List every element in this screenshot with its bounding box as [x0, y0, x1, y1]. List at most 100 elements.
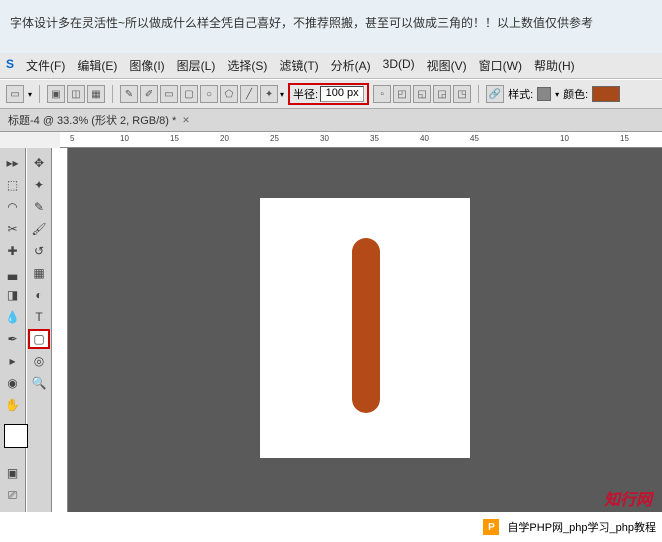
- php-badge-icon: P: [483, 519, 499, 535]
- menu-image[interactable]: 图像(I): [129, 57, 164, 74]
- menu-view[interactable]: 视图(V): [427, 57, 467, 74]
- canvas[interactable]: [260, 198, 470, 458]
- quickmask-icon[interactable]: ▣: [2, 463, 24, 483]
- vertical-ruler: [52, 148, 68, 528]
- ruler-mark: 40: [420, 134, 429, 143]
- hand-tool-icon[interactable]: ✋: [2, 395, 24, 415]
- healing-tool-icon[interactable]: ✚: [2, 241, 24, 261]
- menu-file[interactable]: 文件(F): [26, 57, 65, 74]
- add-area-icon[interactable]: ◰: [393, 85, 411, 103]
- radius-field-highlight: 半径: 100 px: [288, 83, 369, 105]
- dropdown-icon[interactable]: ▾: [28, 90, 32, 99]
- paths-icon[interactable]: ◫: [67, 85, 85, 103]
- shape-layers-icon[interactable]: ▣: [47, 85, 65, 103]
- move-tool-icon[interactable]: ✥: [28, 153, 50, 173]
- menu-filter[interactable]: 滤镜(T): [279, 57, 318, 74]
- ruler-mark: 5: [70, 134, 74, 143]
- pen-icon[interactable]: ✎: [120, 85, 138, 103]
- dodge-tool-icon[interactable]: ◐: [28, 285, 50, 305]
- intersect-area-icon[interactable]: ◲: [433, 85, 451, 103]
- screenmode-icon[interactable]: ⎚: [2, 485, 24, 505]
- threed-tool-icon[interactable]: ◉: [2, 373, 24, 393]
- new-layer-icon[interactable]: ▫: [373, 85, 391, 103]
- ruler-mark: 25: [270, 134, 279, 143]
- footer: P 自学PHP网_php学习_php教程: [0, 512, 662, 542]
- style-label: 样式:: [508, 86, 533, 102]
- path-select-icon[interactable]: ▸: [2, 351, 24, 371]
- foreground-color-swatch[interactable]: [4, 424, 28, 448]
- document-tab[interactable]: 标题-4 @ 33.3% (形状 2, RGB/8) * ✕: [0, 109, 662, 132]
- zoom-tool-icon[interactable]: 🔍: [28, 373, 50, 393]
- history-brush-icon[interactable]: ↺: [28, 241, 50, 261]
- menu-help[interactable]: 帮助(H): [534, 57, 575, 74]
- path-ops-group: ▫ ◰ ◱ ◲ ◳: [373, 85, 471, 103]
- menu-layer[interactable]: 图层(L): [177, 57, 216, 74]
- separator: [112, 85, 113, 103]
- fill-pixels-icon[interactable]: ▦: [87, 85, 105, 103]
- stamp-tool-icon[interactable]: ▃: [2, 263, 24, 283]
- ruler-mark: 10: [560, 134, 569, 143]
- toolbox-left: ▸▸ ⬚ ◠ ✂ ✚ ▃ ◨ 💧 ✒ ▸ ◉ ✋ ▣ ⎚: [0, 148, 26, 528]
- pen-tool-icon[interactable]: ✒: [2, 329, 24, 349]
- ruler-mark: 35: [370, 134, 379, 143]
- ruler-mark: 15: [170, 134, 179, 143]
- tab-icon[interactable]: ▸▸: [2, 153, 24, 173]
- polygon-icon[interactable]: ⬠: [220, 85, 238, 103]
- horizontal-ruler: 5 10 15 20 25 30 35 40 45 10 15: [60, 132, 662, 148]
- radius-input[interactable]: 100 px: [320, 86, 364, 102]
- gradient-tool-icon[interactable]: ▦: [28, 263, 50, 283]
- brush-tool-icon[interactable]: 🖌: [28, 219, 50, 239]
- color-swatch[interactable]: [592, 86, 620, 102]
- blur-tool-icon[interactable]: 💧: [2, 307, 24, 327]
- rounded-rect-icon[interactable]: ▢: [180, 85, 198, 103]
- freeform-pen-icon[interactable]: ✐: [140, 85, 158, 103]
- ruler-mark: 30: [320, 134, 329, 143]
- ellipse-icon[interactable]: ○: [200, 85, 218, 103]
- shape-tools-group: ✎ ✐ ▭ ▢ ○ ⬠ ╱ ✦ ▾: [120, 85, 284, 103]
- document-title: 标题-4 @ 33.3% (形状 2, RGB/8) *: [8, 112, 176, 128]
- color-picker[interactable]: [0, 422, 40, 462]
- style-dropdown-icon[interactable]: ▾: [555, 90, 559, 99]
- lasso-tool-icon[interactable]: ◠: [2, 197, 24, 217]
- close-icon[interactable]: ✕: [182, 115, 190, 126]
- radius-label: 半径:: [293, 86, 318, 102]
- footer-text: 自学PHP网_php学习_php教程: [507, 519, 656, 535]
- watermark-logo: 知行网: [604, 486, 652, 510]
- menu-select[interactable]: 选择(S): [227, 57, 267, 74]
- ruler-mark: 10: [120, 134, 129, 143]
- rectangle-icon[interactable]: ▭: [160, 85, 178, 103]
- rounded-rectangle-tool-icon[interactable]: ▢: [28, 329, 50, 349]
- options-bar: ▭ ▾ ▣ ◫ ▦ ✎ ✐ ▭ ▢ ○ ⬠ ╱ ✦ ▾ 半径: 100 px ▫…: [0, 79, 662, 109]
- crop-tool-icon[interactable]: ✂: [2, 219, 24, 239]
- threed-camera-icon[interactable]: ◎: [28, 351, 50, 371]
- ruler-mark: 45: [470, 134, 479, 143]
- eraser-tool-icon[interactable]: ◨: [2, 285, 24, 305]
- eyedropper-tool-icon[interactable]: ✎: [28, 197, 50, 217]
- shape-mode-group: ▣ ◫ ▦: [47, 85, 105, 103]
- color-label: 颜色:: [563, 86, 588, 102]
- ruler-mark: 15: [620, 134, 629, 143]
- menu-3d[interactable]: 3D(D): [383, 57, 415, 74]
- type-tool-icon[interactable]: T: [28, 307, 50, 327]
- custom-shape-icon[interactable]: ✦: [260, 85, 278, 103]
- tool-preset-icon[interactable]: ▭: [6, 85, 24, 103]
- marquee-tool-icon[interactable]: ⬚: [2, 175, 24, 195]
- menu-edit[interactable]: 编辑(E): [77, 57, 117, 74]
- wand-tool-icon[interactable]: ✦: [28, 175, 50, 195]
- shape-dropdown-icon[interactable]: ▾: [280, 90, 284, 99]
- subtract-area-icon[interactable]: ◱: [413, 85, 431, 103]
- line-icon[interactable]: ╱: [240, 85, 258, 103]
- ruler-mark: 20: [220, 134, 229, 143]
- toolbox-right: ✥ ✦ ✎ 🖌 ↺ ▦ ◐ T ▢ ◎ 🔍: [26, 148, 52, 528]
- rounded-rect-shape: [352, 238, 380, 413]
- menu-window[interactable]: 窗口(W): [479, 57, 522, 74]
- menu-analysis[interactable]: 分析(A): [331, 57, 371, 74]
- separator: [39, 85, 40, 103]
- app-logo: S: [6, 57, 14, 74]
- menu-bar: S 文件(F) 编辑(E) 图像(I) 图层(L) 选择(S) 滤镜(T) 分析…: [0, 53, 662, 79]
- separator: [478, 85, 479, 103]
- style-swatch[interactable]: [537, 87, 551, 101]
- tutorial-note: 字体设计多在灵活性~所以做成什么样全凭自己喜好，不推荐照搬，甚至可以做成三角的！…: [0, 0, 662, 53]
- exclude-area-icon[interactable]: ◳: [453, 85, 471, 103]
- link-icon[interactable]: 🔗: [486, 85, 504, 103]
